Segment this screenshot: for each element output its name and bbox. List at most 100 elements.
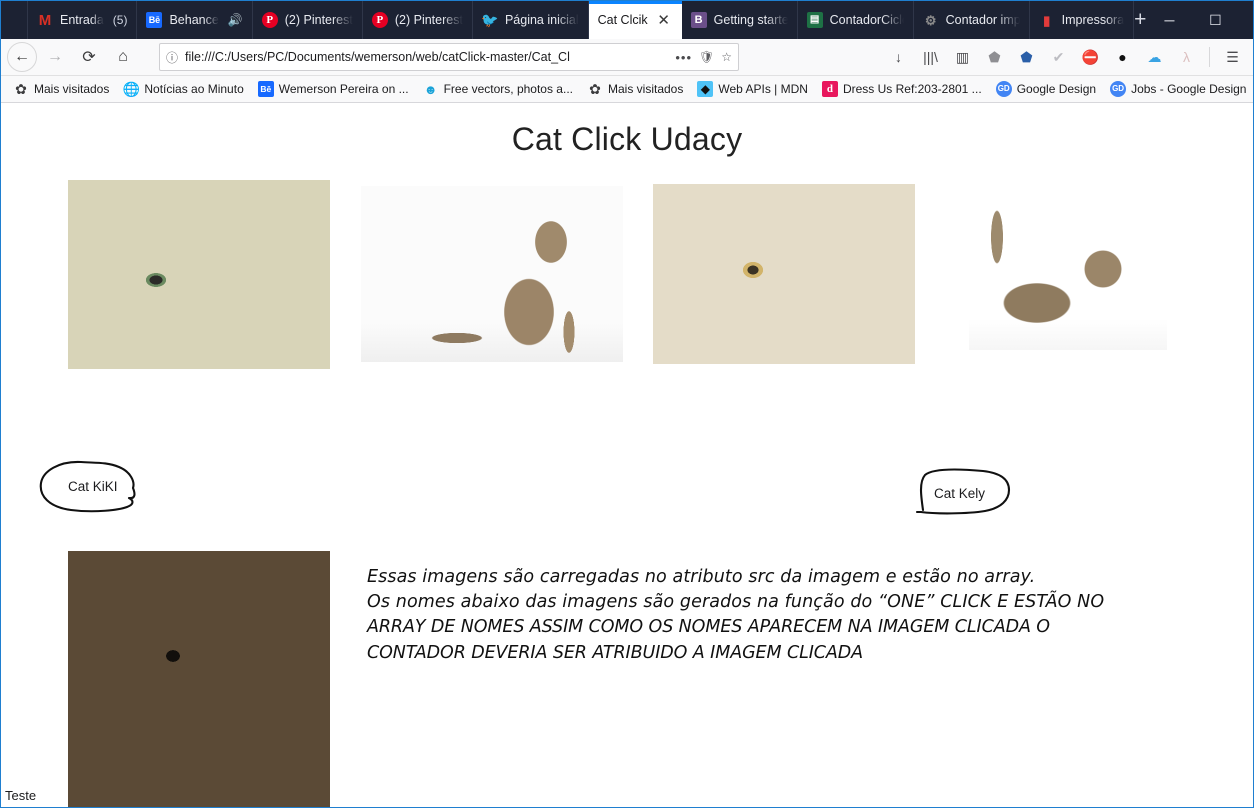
tab-label: Contador imp <box>945 13 1020 27</box>
page-content: Cat Click Udacy Cat KiKI Cat Kely Cat Vi… <box>1 103 1253 807</box>
cloud-icon[interactable]: ☁ <box>1140 43 1169 72</box>
reload-icon[interactable]: ⟳ <box>73 42 105 72</box>
behance-icon: Bē <box>146 12 163 28</box>
pdf-icon[interactable]: λ <box>1172 43 1201 72</box>
tab-entrada[interactable]: M Entrada (5) <box>27 1 138 39</box>
excel-icon: ▤ <box>806 12 823 28</box>
tab-contador-imp[interactable]: ⚙ Contador imp <box>914 1 1030 39</box>
pocket-icon[interactable]: 🛡 <box>699 50 714 64</box>
sidebar-icon[interactable]: ▥ <box>948 43 977 72</box>
cat-image-3[interactable] <box>653 184 915 364</box>
home-icon[interactable]: ⌂ <box>107 42 139 72</box>
page-blurb: Essas imagens são carregadas no atributo… <box>367 565 1167 666</box>
tab-behance[interactable]: Bē Behance 🔊 <box>137 1 253 39</box>
bookmark-label: Mais visitados <box>608 82 684 96</box>
bookmark-wemerson-pereira[interactable]: Bē Wemerson Pereira on ... <box>252 79 415 99</box>
bookmark-mais-visitados-1[interactable]: ✿ Mais visitados <box>7 79 115 99</box>
tab-cat-clcik[interactable]: Cat Clcik ✕ <box>588 1 682 39</box>
tab-impressora[interactable]: ▮ Impressora <box>1030 1 1135 39</box>
back-button[interactable]: ← <box>7 42 37 72</box>
toolbar-divider <box>1209 47 1210 67</box>
cat-image-kely[interactable] <box>969 195 1167 350</box>
bookmark-label: Wemerson Pereira on ... <box>278 82 409 96</box>
tab-pinterest-1[interactable]: P (2) Pinterest <box>253 1 363 39</box>
tab-strip: M Entrada (5) Bē Behance 🔊 P (2) Pintere… <box>1 1 1253 39</box>
cat-image-vivi[interactable] <box>68 551 330 807</box>
bookmark-web-apis-mdn[interactable]: ◆ Web APIs | MDN <box>691 79 814 99</box>
hamburger-menu-icon[interactable]: ☰ <box>1218 43 1247 72</box>
bookmarks-bar: ✿ Mais visitados 🌐 Notícias ao Minuto Bē… <box>1 76 1253 103</box>
dribbble-icon: d <box>821 81 838 97</box>
cat-name-label: Cat Kely <box>934 486 986 501</box>
new-tab-button[interactable]: + <box>1134 1 1146 39</box>
bookmark-google-design[interactable]: GD Google Design <box>990 79 1102 99</box>
shield-blue-icon[interactable]: ⬟ <box>1012 43 1041 72</box>
adblock-icon[interactable]: ⛔ <box>1076 43 1105 72</box>
pinterest-icon: P <box>261 12 278 28</box>
star-icon[interactable]: ☆ <box>721 50 732 64</box>
tab-label: Página inicial <box>504 13 579 27</box>
tab-label: ContadorCiclo <box>829 13 904 27</box>
close-window-button[interactable]: ✕ <box>1238 1 1254 39</box>
bookmark-label: Dress Us Ref:203-2801 ... <box>842 82 982 96</box>
address-bar[interactable]: ⓘ file:///C:/Users/PC/Documents/wemerson… <box>159 43 739 71</box>
shield-gray-icon[interactable]: ⬟ <box>980 43 1009 72</box>
mdn-icon: ◆ <box>697 81 714 97</box>
tab-label: (2) Pinterest <box>394 13 463 27</box>
navigation-toolbar: ← → ⟳ ⌂ ⓘ file:///C:/Users/PC/Documents/… <box>1 39 1253 76</box>
forward-button[interactable]: → <box>39 42 71 72</box>
tab-label: Entrada <box>60 13 104 27</box>
close-icon[interactable]: ✕ <box>655 11 673 29</box>
bookmark-jobs-google-design[interactable]: GD Jobs - Google Design <box>1104 79 1252 99</box>
bookmark-label: Mais visitados <box>34 82 110 96</box>
google-design-icon: GD <box>1110 81 1127 97</box>
toolbar-icon-group: ↓ |||\ ▥ ⬟ ⬟ ✔ ⛔ ● ☁ λ ☰ <box>884 43 1247 72</box>
page-info-icon[interactable]: ⓘ <box>166 49 178 66</box>
bookmark-free-vectors[interactable]: ☻ Free vectors, photos a... <box>417 79 579 99</box>
tab-label: Behance <box>169 13 219 27</box>
bookmark-label: Notícias ao Minuto <box>144 82 244 96</box>
downloads-icon[interactable]: ↓ <box>884 43 913 72</box>
tab-contador-ciclo[interactable]: ▤ ContadorCiclo <box>798 1 914 39</box>
tab-pagina-inicial[interactable]: 🐦 Página inicial <box>473 1 589 39</box>
colorzilla-icon[interactable]: ● <box>1108 43 1137 72</box>
url-input[interactable]: file:///C:/Users/PC/Documents/wemerson/w… <box>185 50 668 64</box>
bookmark-mais-visitados-2[interactable]: ✿ Mais visitados <box>581 79 689 99</box>
gmail-icon: M <box>38 11 52 29</box>
status-text: Teste <box>5 788 37 803</box>
tab-label: Getting started <box>713 13 788 27</box>
bookmark-noticias-ao-minuto[interactable]: 🌐 Notícias ao Minuto <box>117 79 249 99</box>
printer-icon: ▮ <box>1043 12 1051 28</box>
gear-icon: ✿ <box>589 81 601 97</box>
tab-pinterest-2[interactable]: P (2) Pinterest <box>363 1 473 39</box>
cat-image-2[interactable] <box>361 186 623 362</box>
page-actions-icon[interactable]: ••• <box>675 50 692 65</box>
bookmark-label: Free vectors, photos a... <box>443 82 573 96</box>
freepik-icon: ☻ <box>423 81 438 97</box>
speaker-icon[interactable]: 🔊 <box>228 13 243 27</box>
tab-label: Cat Clcik <box>597 13 648 27</box>
browser-window: M Entrada (5) Bē Behance 🔊 P (2) Pintere… <box>0 0 1254 808</box>
cat-name-kely-annotated: Cat Kely <box>913 466 1031 522</box>
settings-icon: ⚙ <box>924 12 937 28</box>
bookmark-dress-us-ref[interactable]: d Dress Us Ref:203-2801 ... <box>816 79 988 99</box>
library-icon[interactable]: |||\ <box>916 43 945 72</box>
blurb-line-2: Os nomes abaixo das imagens são gerados … <box>367 592 1105 613</box>
cat-name-kiki-annotated: Cat KiKI <box>37 458 179 514</box>
minimize-button[interactable]: ─ <box>1146 1 1192 39</box>
cat-image-kiki[interactable] <box>68 180 330 369</box>
bitbucket-icon: B <box>690 12 707 28</box>
gear-icon: ✿ <box>15 81 27 97</box>
behance-icon: Bē <box>257 81 274 97</box>
cat-gallery-row <box>1 175 1253 415</box>
pinterest-icon: P <box>371 12 388 28</box>
shield-check-icon[interactable]: ✔ <box>1044 43 1073 72</box>
tab-getting-started[interactable]: B Getting started <box>682 1 798 39</box>
twitter-icon: 🐦 <box>481 12 499 28</box>
blurb-line-1: Essas imagens são carregadas no atributo… <box>367 567 1036 587</box>
maximize-button[interactable]: ☐ <box>1192 1 1238 39</box>
google-design-icon: GD <box>995 81 1012 97</box>
bookmark-label: Web APIs | MDN <box>718 82 808 96</box>
cat-name-label: Cat KiKI <box>68 479 118 494</box>
window-controls: ─ ☐ ✕ <box>1146 1 1254 39</box>
